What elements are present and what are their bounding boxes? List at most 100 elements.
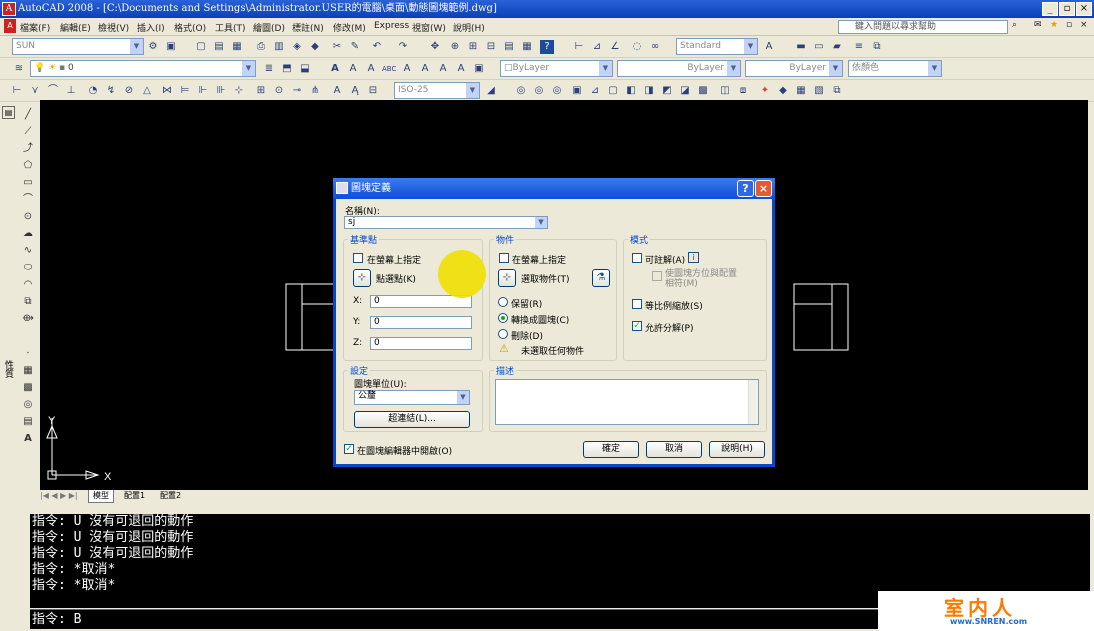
help-search-input[interactable]: 鍵入問題以尋求幫助	[838, 20, 1008, 34]
dim-space-icon[interactable]: ⊪	[214, 84, 228, 98]
dim-ordinate-icon[interactable]: ⊥	[64, 84, 78, 98]
workspace-settings-icon[interactable]: ⚙	[146, 40, 160, 54]
menu-format[interactable]: 格式(O)	[174, 21, 206, 34]
tolerance-icon[interactable]: ⊞	[254, 84, 268, 98]
dimstyle-manager-icon[interactable]: ◢	[484, 84, 498, 98]
ucs-icon[interactable]: ⊿	[588, 84, 602, 98]
make-block-icon[interactable]: ⟴	[21, 312, 35, 326]
dialog-close-button[interactable]: ×	[755, 180, 772, 197]
ne-iso-icon[interactable]: ✦	[758, 84, 772, 98]
dim-diameter-icon[interactable]: ⊘	[122, 84, 136, 98]
delete-radio[interactable]	[498, 329, 508, 339]
text-style-icon[interactable]: A	[400, 62, 414, 76]
tab-model[interactable]: 模型	[88, 490, 114, 503]
menu-dimension[interactable]: 標註(N)	[292, 21, 324, 34]
dim-angular-icon[interactable]: ∠	[608, 40, 622, 54]
dim-arc-icon[interactable]: ⌒	[46, 84, 60, 98]
gradient-icon[interactable]: ▩	[21, 381, 35, 395]
menu-insert[interactable]: 插入(I)	[137, 21, 165, 34]
free-orbit-icon[interactable]: ◎	[532, 84, 546, 98]
plotstyle-dropdown[interactable]: 依顏色 ▼	[848, 60, 942, 77]
properties-icon[interactable]: ▤	[502, 40, 516, 54]
continuous-orbit-icon[interactable]: ◎	[550, 84, 564, 98]
retain-radio[interactable]	[498, 297, 508, 307]
hatch-icon[interactable]: ▦	[21, 364, 35, 378]
layer-dropdown[interactable]: 💡 ☀ ▪ 0 ▼	[30, 60, 256, 77]
make-layer-current-icon[interactable]: ≣	[262, 62, 276, 76]
arc-icon[interactable]: ⌒	[21, 193, 35, 207]
z-input[interactable]: 0	[370, 337, 472, 350]
hyperlink-button[interactable]: 超連結(L)...	[354, 411, 470, 428]
menu-draw[interactable]: 繪圖(D)	[253, 21, 285, 34]
calculator-icon[interactable]: ▦	[520, 40, 534, 54]
menu-express[interactable]: Express	[374, 21, 409, 31]
region-icon[interactable]: ◎	[21, 398, 35, 412]
layer-states-icon[interactable]: ▬	[794, 40, 808, 54]
color-dropdown[interactable]: □ByLayer ▼	[500, 60, 613, 77]
open-file-icon[interactable]: ▤	[212, 40, 226, 54]
construction-line-icon[interactable]: ⟋	[21, 125, 35, 139]
chevron-down-icon[interactable]: ▼	[535, 217, 547, 228]
doc-restore-button[interactable]: ▫	[1066, 20, 1072, 30]
find-text-icon[interactable]: ▣	[472, 62, 486, 76]
box-icon[interactable]: ▣	[570, 84, 584, 98]
tab-scroll-arrows-icon[interactable]: |◀ ◀ ▶ ▶|	[40, 490, 78, 502]
mtext-icon[interactable]: A	[328, 62, 342, 76]
table-icon[interactable]: ▤	[21, 415, 35, 429]
menu-edit[interactable]: 編輯(E)	[60, 21, 91, 34]
help-button[interactable]: 說明(H)	[709, 441, 765, 458]
communication-icon[interactable]: ✉	[1034, 20, 1042, 30]
help-icon[interactable]: ?	[540, 40, 554, 54]
right-view-icon[interactable]: ◩	[660, 84, 674, 98]
dim-continue-icon[interactable]: ⊩	[196, 84, 210, 98]
cut-icon[interactable]: ✂	[330, 40, 344, 54]
workspace-dropdown[interactable]: SUN ▼	[12, 38, 144, 55]
open-editor-checkbox[interactable]: ✓	[344, 444, 354, 454]
close-button[interactable]: ×	[1076, 2, 1092, 16]
camera-icon[interactable]: ▦	[794, 84, 808, 98]
top-view-icon[interactable]: ▢	[606, 84, 620, 98]
menu-file[interactable]: 檔案(F)	[20, 21, 50, 34]
zoom-realtime-icon[interactable]: ⊕	[448, 40, 462, 54]
ok-button[interactable]: 確定	[583, 441, 639, 458]
plot-preview-icon[interactable]: ▥	[272, 40, 286, 54]
redo-icon[interactable]: ↷	[396, 40, 410, 54]
properties-tab-label[interactable]: 性質	[3, 360, 13, 378]
spline-icon[interactable]: ∿	[21, 244, 35, 258]
search-icon[interactable]: ⌕	[1012, 20, 1017, 30]
se-iso-icon[interactable]: ⧈	[736, 84, 750, 98]
menu-view[interactable]: 檢視(V)	[98, 21, 129, 34]
ellipse-icon[interactable]: ⬭	[21, 261, 35, 275]
dim-linear-icon[interactable]: ⊢	[572, 40, 586, 54]
layer-manager-icon[interactable]: ≋	[12, 62, 26, 76]
layer-match-icon[interactable]: ≡	[852, 40, 866, 54]
justify-text-icon[interactable]: A	[436, 62, 450, 76]
publish-icon[interactable]: ◈	[290, 40, 304, 54]
annotative-checkbox[interactable]	[632, 253, 642, 263]
tab-layout1[interactable]: 配置1	[120, 490, 149, 502]
layer-walk-icon[interactable]: ⬓	[298, 62, 312, 76]
new-file-icon[interactable]: ▢	[194, 40, 208, 54]
dim-diameter-icon[interactable]: ∞	[648, 40, 662, 54]
line-icon[interactable]: ╱	[21, 108, 35, 122]
scale-uniform-checkbox[interactable]	[632, 299, 642, 309]
dimstyle-dropdown[interactable]: ISO-25 ▼	[394, 82, 480, 99]
dim-angular-icon[interactable]: △	[140, 84, 154, 98]
front-view-icon[interactable]: ◪	[678, 84, 692, 98]
3d-dwf-icon[interactable]: ◆	[308, 40, 322, 54]
dim-baseline-icon[interactable]: ⊨	[178, 84, 192, 98]
cancel-button[interactable]: 取消	[646, 441, 702, 458]
pick-point-button[interactable]: ⊹	[353, 269, 371, 287]
quick-dim-icon[interactable]: ⋈	[160, 84, 174, 98]
block-name-input[interactable]: sj ▼	[344, 216, 548, 229]
bottom-view-icon[interactable]: ◧	[624, 84, 638, 98]
y-input[interactable]: 0	[370, 316, 472, 329]
layer-previous-icon[interactable]: ▭	[812, 40, 826, 54]
back-view-icon[interactable]: ▩	[696, 84, 710, 98]
dim-update-icon[interactable]: ⊟	[366, 84, 380, 98]
left-view-icon[interactable]: ◨	[642, 84, 656, 98]
dim-break-icon[interactable]: ⊹	[232, 84, 246, 98]
orbit-icon[interactable]: ◎	[514, 84, 528, 98]
scale-text-icon[interactable]: A	[418, 62, 432, 76]
doc-close-button[interactable]: ×	[1080, 20, 1088, 30]
